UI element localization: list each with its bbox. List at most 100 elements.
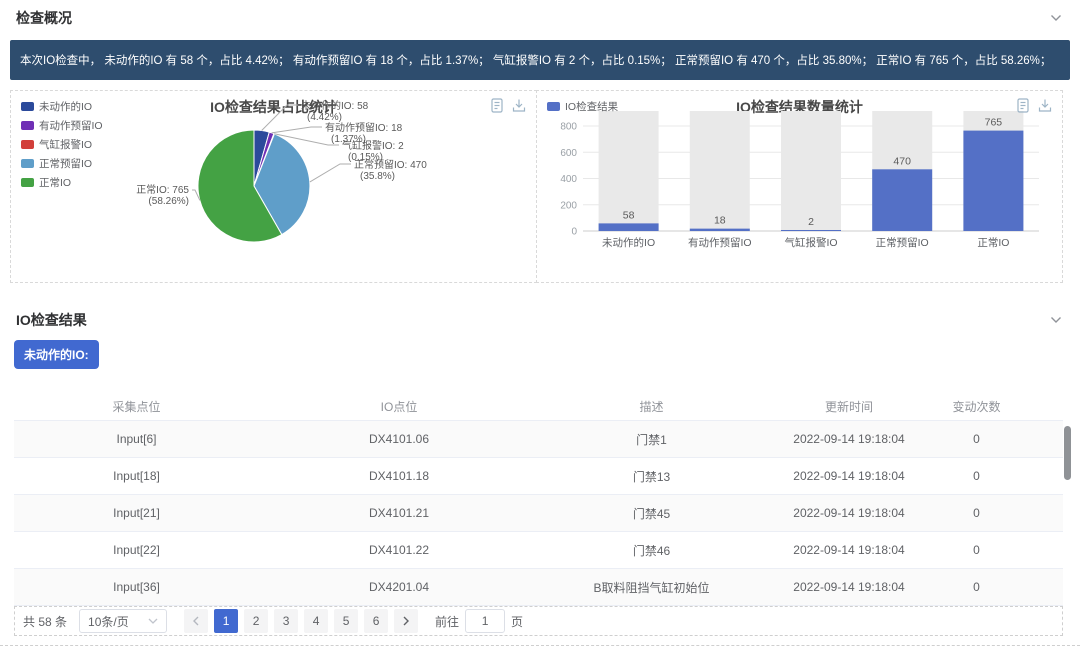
download-icon[interactable]: [512, 98, 526, 113]
legend-item-1[interactable]: 有动作预留IO: [21, 118, 103, 133]
page-button-6[interactable]: 6: [364, 609, 388, 633]
legend-swatch: [21, 159, 34, 168]
column-header: 采集点位: [14, 392, 259, 421]
overview-section-header[interactable]: 检查概况: [0, 0, 1080, 36]
legend-item-4[interactable]: 正常IO: [21, 175, 103, 190]
page-button-2[interactable]: 2: [244, 609, 268, 633]
results-title: IO检查结果: [16, 310, 87, 330]
pie-label-leader: [272, 127, 322, 133]
gutter-cell: [1019, 495, 1063, 532]
results-table: 采集点位IO点位描述更新时间变动次数 Input[6]DX4101.06门禁12…: [14, 392, 1063, 606]
legend-label: 未动作的IO: [39, 99, 92, 114]
table-row[interactable]: Input[18]DX4101.18门禁132022-09-14 19:18:0…: [14, 458, 1063, 495]
legend-swatch: [21, 140, 34, 149]
summary-text: 本次IO检查中， 未动作的IO 有 58 个，占比 4.42%； 有动作预留IO…: [20, 52, 1051, 68]
pie-chart-panel: 未动作的IO有动作预留IO气缸报警IO正常预留IO正常IO IO检查结果占比统计…: [10, 90, 537, 283]
chart-text: 正常IO: [977, 236, 1009, 249]
prev-page-button[interactable]: [184, 609, 208, 633]
table-cell: B取料阻挡气缸初始位: [539, 569, 764, 606]
table-cell: 门禁13: [539, 458, 764, 495]
legend-item-2[interactable]: 气缸报警IO: [21, 137, 103, 152]
bar-0[interactable]: [599, 223, 659, 231]
column-header: 变动次数: [934, 392, 1019, 421]
table-cell: DX4101.21: [259, 495, 539, 532]
scrollbar-thumb[interactable]: [1064, 426, 1071, 480]
legend-label: 气缸报警IO: [39, 137, 92, 152]
table-cell: Input[36]: [14, 569, 259, 606]
goto-unit: 页: [511, 613, 523, 630]
chart-text: (4.42%): [307, 112, 342, 123]
page-size-value: 10条/页: [88, 613, 129, 630]
bar-background-band: [690, 111, 750, 231]
download-icon[interactable]: [1038, 98, 1052, 113]
legend-item-0[interactable]: 未动作的IO: [21, 99, 103, 114]
chart-text: 470: [893, 155, 911, 167]
gutter-cell: [1019, 458, 1063, 495]
next-page-button[interactable]: [394, 609, 418, 633]
legend-swatch: [21, 121, 34, 130]
table-cell: 2022-09-14 19:18:04: [764, 421, 934, 458]
total-count: 共 58 条: [23, 613, 67, 630]
table-cell: 0: [934, 569, 1019, 606]
table-cell: 2022-09-14 19:18:04: [764, 458, 934, 495]
chart-text: 765: [985, 117, 1003, 129]
bar-3[interactable]: [872, 169, 932, 231]
table-cell: 0: [934, 532, 1019, 569]
chevron-down-icon[interactable]: [1050, 14, 1062, 22]
bar-1[interactable]: [690, 229, 750, 231]
table-header-row: 采集点位IO点位描述更新时间变动次数: [14, 392, 1063, 421]
bar-2[interactable]: [781, 230, 841, 231]
table-cell: 0: [934, 495, 1019, 532]
report-icon[interactable]: [1016, 98, 1030, 113]
chevron-left-icon: [192, 616, 200, 626]
summary-banner: 本次IO检查中， 未动作的IO 有 58 个，占比 4.42%； 有动作预留IO…: [10, 40, 1070, 80]
table-cell: DX4201.04: [259, 569, 539, 606]
table-scrollbar[interactable]: [1064, 426, 1071, 601]
page-button-3[interactable]: 3: [274, 609, 298, 633]
chart-text: 未动作的IO: [602, 236, 655, 249]
chart-text: 气缸报警IO: 2: [342, 139, 404, 152]
pie-label-leader: [310, 164, 351, 182]
table-row[interactable]: Input[22]DX4101.22门禁462022-09-14 19:18:0…: [14, 532, 1063, 569]
bar-4[interactable]: [963, 131, 1023, 231]
results-section-header[interactable]: IO检查结果: [0, 302, 1080, 338]
pie-label-leader: [262, 105, 298, 131]
gutter-cell: [1019, 421, 1063, 458]
table-cell: 0: [934, 458, 1019, 495]
bar-panel-toolbar: [1016, 98, 1052, 113]
legend-label: 正常IO: [39, 175, 71, 190]
legend-swatch: [547, 102, 560, 111]
chart-text: 58: [623, 209, 635, 221]
column-header: 描述: [539, 392, 764, 421]
chevron-down-icon[interactable]: [1050, 316, 1062, 324]
chevron-down-icon: [148, 618, 158, 624]
legend-swatch: [21, 178, 34, 187]
table-row[interactable]: Input[21]DX4101.21门禁452022-09-14 19:18:0…: [14, 495, 1063, 532]
table-cell: 2022-09-14 19:18:04: [764, 495, 934, 532]
pie-legend: 未动作的IO 有动作预留IO 气缸报警IO 正常预留IO 正常IO: [21, 99, 103, 190]
chart-text: 正常预留IO: [876, 236, 929, 249]
io-inspection-page: 检查概况 本次IO检查中， 未动作的IO 有 58 个，占比 4.42%； 有动…: [0, 0, 1080, 646]
bar-legend[interactable]: IO检查结果: [547, 99, 618, 114]
page-button-5[interactable]: 5: [334, 609, 358, 633]
page-button-1[interactable]: 1: [214, 609, 238, 633]
page-size-select[interactable]: 10条/页: [79, 609, 167, 633]
table-cell: 0: [934, 421, 1019, 458]
table-cell: 2022-09-14 19:18:04: [764, 569, 934, 606]
goto-label: 前往: [435, 613, 459, 630]
table-cell: 门禁1: [539, 421, 764, 458]
table-cell: DX4101.06: [259, 421, 539, 458]
page-button-4[interactable]: 4: [304, 609, 328, 633]
table-row[interactable]: Input[36]DX4201.04B取料阻挡气缸初始位2022-09-14 1…: [14, 569, 1063, 606]
goto-page-input[interactable]: [465, 609, 505, 633]
table-cell: Input[6]: [14, 421, 259, 458]
filter-badge[interactable]: 未动作的IO:: [14, 340, 99, 369]
legend-item-3[interactable]: 正常预留IO: [21, 156, 103, 171]
chart-text: 有动作预留IO: 18: [325, 121, 403, 134]
column-header: 更新时间: [764, 392, 934, 421]
table-cell: 2022-09-14 19:18:04: [764, 532, 934, 569]
overview-title: 检查概况: [16, 8, 72, 28]
table-row[interactable]: Input[6]DX4101.06门禁12022-09-14 19:18:040: [14, 421, 1063, 458]
report-icon[interactable]: [490, 98, 504, 113]
legend-swatch: [21, 102, 34, 111]
